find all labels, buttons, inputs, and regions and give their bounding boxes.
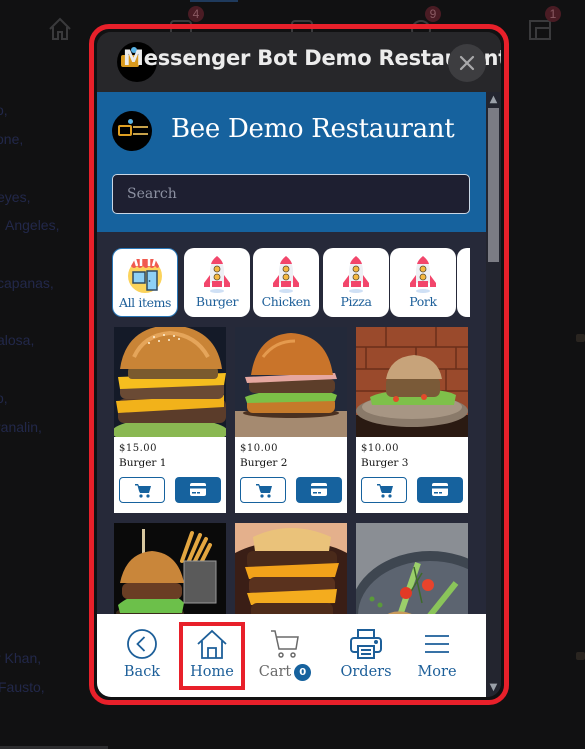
rocket-icon (410, 256, 436, 293)
category-burger[interactable]: Burger (184, 248, 250, 317)
background-thumbnail (576, 652, 585, 660)
cart-icon (377, 484, 393, 498)
category-list[interactable]: All items Burger Chicken Pizza Pork (112, 248, 470, 318)
restaurant-logo (112, 111, 152, 151)
scroll-up-arrow-icon[interactable]: ▲ (486, 92, 501, 107)
product-card[interactable]: $15.00 Burger 1 (114, 327, 226, 513)
category-label: Chicken (261, 294, 311, 309)
credit-card-icon (432, 483, 448, 496)
nav-back[interactable]: Back (107, 614, 177, 697)
background-text: o, (0, 102, 8, 118)
background-text: ranalin, (0, 419, 42, 435)
rocket-icon (204, 256, 230, 293)
product-card[interactable]: $10.00 Burger 3 (356, 327, 468, 513)
restaurant-name: Bee Demo Restaurant (171, 114, 455, 144)
logo-text-shape (133, 126, 148, 135)
cart-icon (271, 630, 299, 658)
store-icon (128, 258, 162, 293)
messenger-webview-dialog: Messenger Bot Demo Restaurant Bee Demo R… (97, 32, 501, 697)
category-label: All items (118, 295, 172, 310)
search-input[interactable] (112, 174, 470, 214)
product-image[interactable] (235, 327, 347, 437)
printer-icon (350, 629, 382, 659)
product-name: Burger 1 (119, 457, 167, 469)
back-icon (127, 629, 157, 659)
background-thumbnail (576, 334, 585, 342)
menu-icon (425, 635, 449, 653)
product-image[interactable] (114, 327, 226, 437)
nav-label: Back (123, 664, 161, 680)
background-badge: 9 (425, 6, 441, 22)
nav-more[interactable]: More (402, 614, 472, 697)
product-card[interactable]: $10.00 Burger 2 (235, 327, 347, 513)
buy-now-button[interactable] (417, 477, 463, 503)
product-card[interactable] (235, 523, 347, 633)
rocket-icon (343, 256, 369, 293)
product-name: Burger 2 (240, 457, 288, 469)
product-price: $15.00 (119, 443, 157, 454)
background-name-list: o, one, eyes, Angeles, capanas, alosa, o… (0, 0, 90, 749)
close-button[interactable] (448, 44, 486, 82)
nav-label: Cart 0 (250, 664, 320, 681)
background-badge: 1 (545, 6, 561, 22)
product-price: $10.00 (240, 443, 278, 454)
category-all-items[interactable]: All items (112, 248, 178, 317)
dialog-header: Messenger Bot Demo Restaurant (97, 32, 501, 92)
webview-scrollbar[interactable]: ▲ ▼ (486, 92, 501, 697)
cart-label: Cart (258, 664, 292, 680)
scroll-down-arrow-icon[interactable]: ▼ (486, 680, 501, 695)
nav-label: Orders (340, 664, 392, 680)
nav-orders[interactable]: Orders (331, 614, 401, 697)
cart-icon (256, 484, 272, 498)
product-image[interactable] (356, 327, 468, 437)
buy-now-button[interactable] (175, 477, 221, 503)
background-text: capanas, (0, 275, 54, 291)
credit-card-icon (311, 483, 327, 496)
category-pizza[interactable]: Pizza (323, 248, 389, 317)
category-pork[interactable]: Pork (390, 248, 456, 317)
category-label: Burger (195, 294, 239, 309)
cart-count-badge: 0 (294, 664, 312, 681)
category-chicken[interactable]: Chicken (253, 248, 319, 317)
add-to-cart-button[interactable] (361, 477, 407, 503)
nav-cart[interactable]: Cart 0 (250, 614, 320, 697)
bee-icon (128, 119, 133, 124)
background-badge: 4 (188, 6, 204, 22)
add-to-cart-button[interactable] (119, 477, 165, 503)
close-icon (459, 55, 475, 71)
category-label: Pizza (340, 294, 372, 309)
background-text: alosa, (0, 332, 35, 348)
background-text: Angeles, (5, 217, 60, 233)
category-label: Pork (409, 294, 437, 309)
rocket-icon (273, 256, 299, 293)
add-to-cart-button[interactable] (240, 477, 286, 503)
background-text: r Khan, (0, 650, 42, 666)
background-text: Fausto, (0, 679, 45, 695)
scrollbar-thumb[interactable] (488, 108, 499, 262)
nav-label: More (417, 664, 457, 680)
category-partial[interactable] (457, 248, 470, 317)
logo-cart-shape (118, 125, 132, 136)
product-name: Burger 3 (361, 457, 409, 469)
dialog-title: Messenger Bot Demo Restaurant (123, 46, 501, 70)
product-price: $10.00 (361, 443, 399, 454)
background-text: one, (0, 131, 24, 147)
restaurant-header: Bee Demo Restaurant (97, 92, 486, 232)
credit-card-icon (190, 483, 206, 496)
product-card[interactable] (114, 523, 226, 633)
restaurant-webview: Bee Demo Restaurant All items (97, 92, 501, 697)
cart-icon (135, 484, 151, 498)
buy-now-button[interactable] (296, 477, 342, 503)
background-text: o, (0, 390, 8, 406)
home-highlight-box (179, 622, 245, 690)
bottom-navigation: Back Home Cart 0 Orders More (97, 614, 486, 697)
background-text: eyes, (0, 189, 31, 205)
product-card[interactable] (356, 523, 468, 633)
background-active-tab-indicator (190, 0, 238, 2)
